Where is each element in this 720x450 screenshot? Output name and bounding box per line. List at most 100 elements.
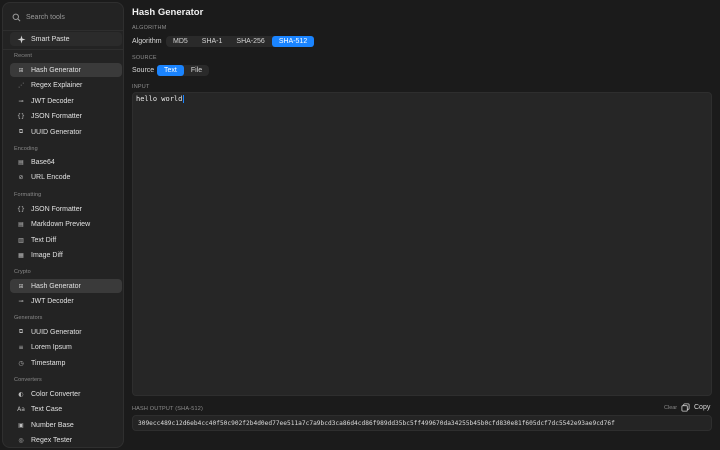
sidebar-item-jwt-decoder[interactable]: ⊸ JWT Decoder xyxy=(10,295,122,309)
input-value: hello world xyxy=(136,95,183,103)
text-lines-icon: ≡ xyxy=(18,344,24,351)
algorithm-option-sha-1[interactable]: SHA-1 xyxy=(195,36,230,47)
search-icon xyxy=(11,12,21,22)
sidebar-item-label: Regex Explainer xyxy=(31,82,83,89)
source-option-text[interactable]: Text xyxy=(157,65,184,76)
sidebar-item-label: Color Converter xyxy=(31,390,81,398)
search-input[interactable]: Search tools xyxy=(11,10,117,24)
sidebar-item-label: Text Case xyxy=(31,406,63,413)
sidebar-item-base64[interactable]: ▤ Base64 xyxy=(10,155,122,169)
sidebar-item-markdown-preview[interactable]: ▤ Markdown Preview xyxy=(10,218,122,232)
input-textarea[interactable]: hello world xyxy=(132,92,712,396)
sidebar-item-label: Markdown Preview xyxy=(31,221,91,228)
sidebar: Search tools Smart Paste Recent Encoding… xyxy=(2,2,124,448)
sidebar-item-label: Hash Generator xyxy=(31,282,81,290)
sidebar-item-regex-tester[interactable]: ◎ Regex Tester xyxy=(10,434,122,448)
sidebar-item-label: JSON Formatter xyxy=(31,205,82,213)
key-icon: ⊸ xyxy=(18,97,24,105)
source-option-file[interactable]: File xyxy=(184,65,209,76)
section-recent: Recent xyxy=(14,53,33,59)
hash-output[interactable]: 309ecc489c12d6eb4cc40f50c902f2b4d0ed77ee… xyxy=(132,415,712,431)
sidebar-item-label: UUID Generator xyxy=(31,328,82,336)
copy-button[interactable]: Copy xyxy=(681,403,710,412)
copy-icon: ⧉ xyxy=(18,128,24,135)
sidebar-item-label: Timestamp xyxy=(31,359,66,367)
algorithm-selector: MD5 SHA-1 SHA-256 SHA-512 xyxy=(166,36,315,47)
sidebar-item-uuid-generator[interactable]: ⧉ UUID Generator xyxy=(10,125,122,139)
sidebar-item-label: Lorem Ipsum xyxy=(31,344,72,351)
algorithm-option-sha-256[interactable]: SHA-256 xyxy=(229,36,271,47)
target-icon: ◎ xyxy=(18,437,24,444)
copy-icon xyxy=(681,403,690,412)
sidebar-item-regex-explainer[interactable]: ⋰ Regex Explainer xyxy=(10,79,122,93)
sidebar-item-image-diff[interactable]: ▦ Image Diff xyxy=(10,249,122,263)
output-section-label: HASH OUTPUT (SHA-512) xyxy=(132,406,204,412)
input-text-wrap: hello world xyxy=(136,95,185,103)
sidebar-item-json-formatter[interactable]: {} JSON Formatter xyxy=(10,202,122,216)
hash-icon: ⊞ xyxy=(18,66,24,74)
image-icon: ▦ xyxy=(18,252,24,259)
palette-icon: ◐ xyxy=(18,390,24,398)
sidebar-item-jwt-decoder[interactable]: ⊸ JWT Decoder xyxy=(10,94,122,108)
sidebar-divider xyxy=(3,30,123,31)
diff-icon: ▥ xyxy=(18,236,24,244)
hash-output-value: 309ecc489c12d6eb4cc40f50c902f2b4d0ed77ee… xyxy=(138,419,615,427)
sidebar-item-json-formatter[interactable]: {} JSON Formatter xyxy=(10,110,122,124)
copy-icon: ⧉ xyxy=(18,328,24,335)
regex-icon: ⋰ xyxy=(18,82,24,89)
sidebar-item-number-base[interactable]: ▣ Number Base xyxy=(10,418,122,432)
document-icon: ▤ xyxy=(18,221,24,228)
clear-button[interactable]: Clear xyxy=(664,405,677,411)
smart-paste-button[interactable]: Smart Paste xyxy=(10,32,122,46)
sidebar-item-text-case[interactable]: Aa Text Case xyxy=(10,403,122,417)
sidebar-item-label: Regex Tester xyxy=(31,437,73,444)
sidebar-item-lorem-ipsum[interactable]: ≡ Lorem Ipsum xyxy=(10,341,122,355)
sidebar-item-timestamp[interactable]: ◷ Timestamp xyxy=(10,356,122,370)
input-section-label: INPUT xyxy=(132,84,150,90)
sidebar-item-hash-generator[interactable]: ⊞ Hash Generator xyxy=(10,279,122,293)
copy-label: Copy xyxy=(694,404,711,411)
source-selector: Text File xyxy=(157,65,210,76)
source-section-label: SOURCE xyxy=(132,55,157,61)
sidebar-divider xyxy=(3,49,123,50)
sidebar-item-label: Hash Generator xyxy=(31,66,81,74)
sidebar-item-text-diff[interactable]: ▥ Text Diff xyxy=(10,233,122,247)
app-window: Search tools Smart Paste Recent Encoding… xyxy=(0,0,720,450)
section-formatting: Formatting xyxy=(14,192,42,198)
clock-icon: ◷ xyxy=(18,359,24,367)
hash-icon: ⊞ xyxy=(18,282,24,290)
sidebar-item-label: JWT Decoder xyxy=(31,298,74,305)
smart-paste-label: Smart Paste xyxy=(31,35,70,43)
source-label: Source xyxy=(132,67,155,74)
sidebar-item-label: JWT Decoder xyxy=(31,97,74,105)
algorithm-option-sha-512[interactable]: SHA-512 xyxy=(271,36,315,47)
text-case-icon: Aa xyxy=(17,406,25,413)
sparkle-icon xyxy=(16,34,26,44)
file-icon: ▤ xyxy=(18,158,24,166)
sidebar-item-label: JSON Formatter xyxy=(31,113,82,120)
algorithm-option-md5[interactable]: MD5 xyxy=(166,36,195,47)
section-generators: Generators xyxy=(14,315,43,321)
sidebar-item-label: Base64 xyxy=(31,158,55,166)
main-panel: Hash Generator ALGORITHM Algorithm MD5 SH… xyxy=(131,0,720,450)
sidebar-item-label: Image Diff xyxy=(31,252,63,259)
page-title: Hash Generator xyxy=(132,7,204,18)
key-icon: ⊸ xyxy=(18,298,24,305)
number-icon: ▣ xyxy=(18,421,24,429)
section-converters: Converters xyxy=(14,377,42,383)
link-icon: ⊘ xyxy=(18,174,24,181)
sidebar-item-uuid-generator[interactable]: ⧉ UUID Generator xyxy=(10,325,122,339)
sidebar-item-label: Number Base xyxy=(31,421,74,429)
sidebar-item-url-encode[interactable]: ⊘ URL Encode xyxy=(10,171,122,185)
sidebar-item-color-converter[interactable]: ◐ Color Converter xyxy=(10,387,122,401)
sidebar-item-hash-generator[interactable]: ⊞ Hash Generator xyxy=(10,63,122,77)
braces-icon: {} xyxy=(17,113,25,120)
algorithm-section-label: ALGORITHM xyxy=(132,25,167,31)
sidebar-item-label: Text Diff xyxy=(31,236,57,244)
algorithm-label: Algorithm xyxy=(132,38,162,45)
sidebar-item-label: URL Encode xyxy=(31,174,71,181)
section-crypto: Crypto xyxy=(14,269,31,275)
text-caret xyxy=(183,95,185,103)
sidebar-item-label: UUID Generator xyxy=(31,128,82,136)
search-placeholder: Search tools xyxy=(26,13,65,21)
